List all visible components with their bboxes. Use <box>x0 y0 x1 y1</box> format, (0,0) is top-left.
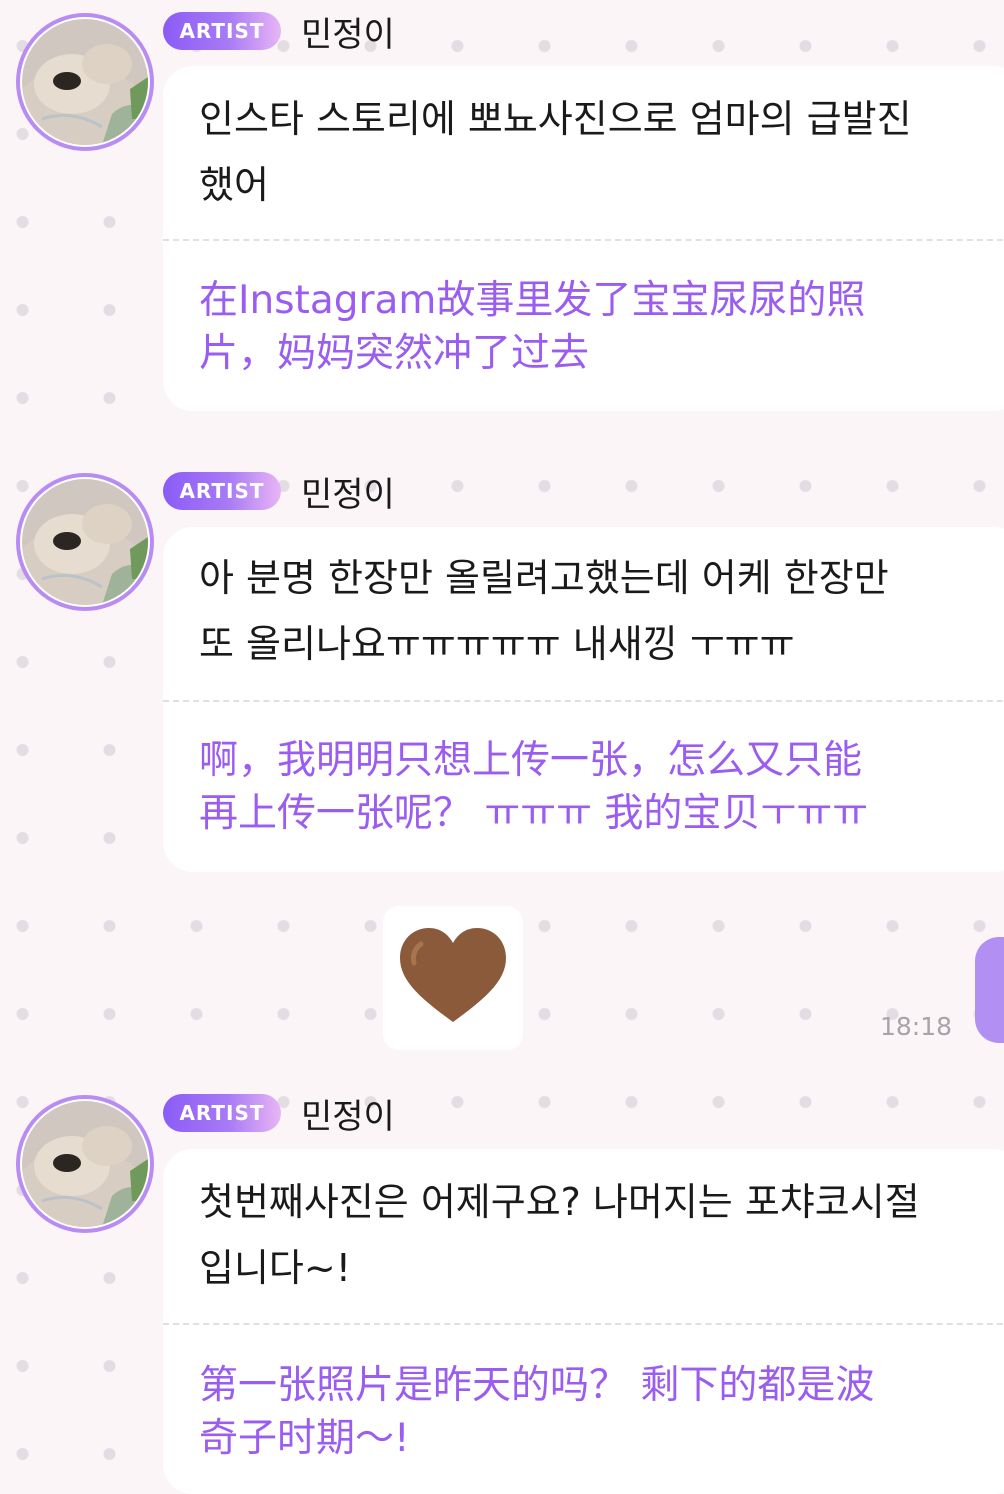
message-bubble[interactable]: 인스타 스토리에 뽀뇨사진으로 엄마의 급발진 했어 在Instagram故事里… <box>163 66 1004 411</box>
dog-photo-avatar <box>22 1101 148 1227</box>
translated-text: 啊，我明明只想上传一张，怎么又只能 再上传一张呢？ ㅠㅠㅠ 我的宝贝ㅜㅠㅠ <box>199 738 869 836</box>
message-header: ARTIST 민정이 <box>163 1093 395 1137</box>
message-timestamp: 18:18 <box>880 1012 953 1041</box>
sender-name: 민정이 <box>301 1096 395 1137</box>
artist-avatar[interactable] <box>16 1095 154 1233</box>
dog-photo-avatar <box>22 479 148 605</box>
message-header: ARTIST 민정이 <box>163 471 395 515</box>
dog-photo-avatar <box>22 19 148 145</box>
artist-badge: ARTIST <box>163 12 281 50</box>
brown-heart-icon <box>400 928 506 1022</box>
translation-divider <box>163 1323 1004 1325</box>
translated-text: 在Instagram故事里发了宝宝尿尿的照 片，妈妈突然冲了过去 <box>199 278 866 376</box>
translation-divider <box>163 700 1004 702</box>
artist-badge: ARTIST <box>163 1094 281 1132</box>
original-text: 아 분명 한장만 올릴려고했는데 어케 한장만 또 올리나요ㅠㅠㅠㅠㅠ 내새낑 … <box>199 556 889 666</box>
dog-photo-icon <box>22 1101 148 1227</box>
dog-photo-icon <box>22 479 148 605</box>
reply-panel-tab[interactable] <box>975 937 1004 1043</box>
artist-avatar[interactable] <box>16 473 154 611</box>
message-header: ARTIST 민정이 <box>163 11 395 55</box>
message-bubble[interactable]: 첫번째사진은 어제구요? 나머지는 포챠코시절 입니다~! 第一张照片是昨天的吗… <box>163 1149 1004 1494</box>
artist-badge: ARTIST <box>163 472 281 510</box>
dog-photo-icon <box>22 19 148 145</box>
artist-avatar[interactable] <box>16 13 154 151</box>
original-text: 인스타 스토리에 뽀뇨사진으로 엄마의 급발진 했어 <box>199 97 912 207</box>
emoji-message[interactable] <box>383 906 523 1050</box>
message-bubble[interactable]: 아 분명 한장만 올릴려고했는데 어케 한장만 또 올리나요ㅠㅠㅠㅠㅠ 내새낑 … <box>163 527 1004 872</box>
original-text: 첫번째사진은 어제구요? 나머지는 포챠코시절 입니다~! <box>199 1180 920 1290</box>
translation-divider <box>163 239 1004 241</box>
translated-text: 第一张照片是昨天的吗？ 剩下的都是波 奇子时期～! <box>199 1363 875 1461</box>
sender-name: 민정이 <box>301 14 395 55</box>
sender-name: 민정이 <box>301 474 395 515</box>
